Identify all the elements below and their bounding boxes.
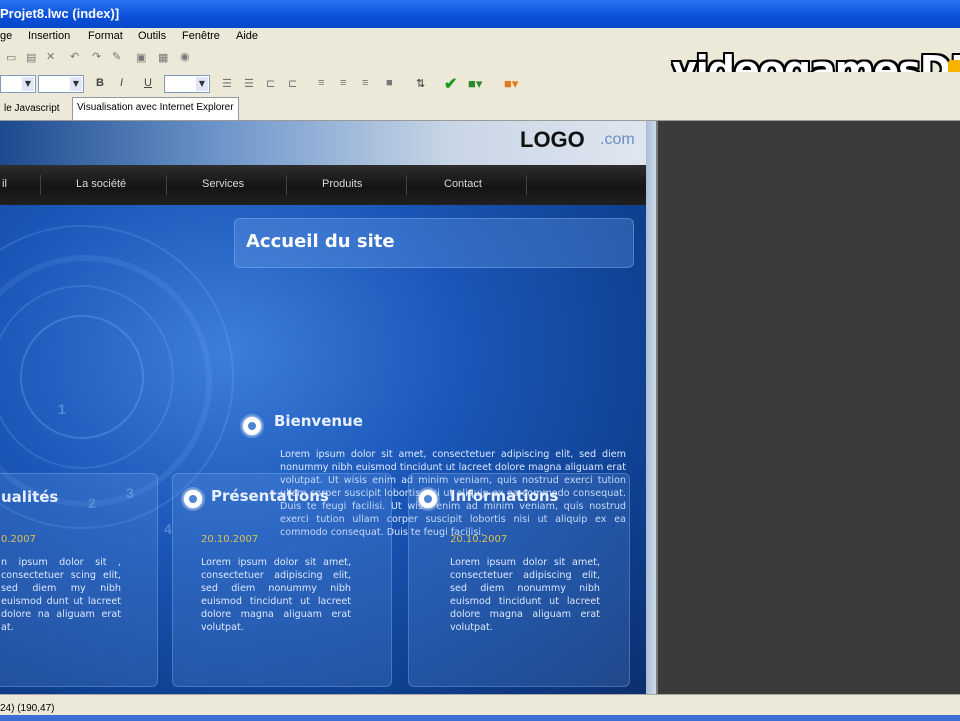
chevron-down-icon: ▼ <box>70 77 82 91</box>
menu-item-fenetre[interactable]: Fenêtre <box>182 30 220 42</box>
format-toolbar: ▼ ▼ B I U ▼ ☰ ☰ ⊏ ⊏ ≡ ≡ ≡ ■ ⇅ ✔ ■▾ ■▾ <box>0 72 960 96</box>
italic-icon[interactable]: I <box>120 77 123 89</box>
taskbar-strip <box>0 715 960 721</box>
box-date: 20.10.2007 <box>450 534 508 545</box>
bullet-icon <box>242 416 262 436</box>
menu-item-format[interactable]: Format <box>88 30 123 42</box>
font-select[interactable]: ▼ <box>0 75 36 93</box>
align-right-icon[interactable]: ≡ <box>362 77 368 89</box>
menu-item-insertion[interactable]: Insertion <box>28 30 70 42</box>
underline-icon[interactable]: U <box>144 77 152 89</box>
presentations-box: Présentations 20.10.2007 Lorem ipsum dol… <box>172 473 392 687</box>
box-heading: ualités <box>1 488 59 506</box>
color-select[interactable]: ▼ <box>164 75 210 93</box>
browser-preview[interactable]: LOGO .com il La société Services Produit… <box>0 121 656 694</box>
nav-divider <box>40 175 41 195</box>
menu-item-page[interactable]: ge <box>0 30 12 42</box>
gauge-digit: 1 <box>58 401 66 417</box>
align-center-icon[interactable]: ≡ <box>340 77 346 89</box>
site-nav: il La société Services Produits Contact <box>0 165 646 205</box>
bullet-icon <box>183 489 203 509</box>
nav-item-contact[interactable]: Contact <box>444 178 482 190</box>
nav-item-produits[interactable]: Produits <box>322 178 362 190</box>
align-left-icon[interactable]: ≡ <box>318 77 324 89</box>
redo-icon[interactable]: ↷ <box>92 50 101 63</box>
nav-divider <box>526 175 527 195</box>
chevron-down-icon: ▼ <box>22 77 34 91</box>
layers-green-icon[interactable]: ■▾ <box>468 76 482 92</box>
page-edge <box>646 121 656 694</box>
tab-ie-preview[interactable]: Visualisation avec Internet Explorer <box>72 97 239 120</box>
open-icon[interactable]: ▭ <box>6 51 16 64</box>
nav-divider <box>166 175 167 195</box>
menu-bar: ge Insertion Format Outils Fenêtre Aide <box>0 28 960 46</box>
layers-orange-icon[interactable]: ■▾ <box>504 76 518 92</box>
gauge-digit: 4 <box>164 521 172 537</box>
nav-item-services[interactable]: Services <box>202 178 244 190</box>
nav-divider <box>406 175 407 195</box>
nav-item-accueil[interactable]: il <box>2 178 7 190</box>
website-page: LOGO .com il La société Services Produit… <box>0 121 656 694</box>
page-title: Accueil du site <box>246 231 395 252</box>
image-icon[interactable]: ▦ <box>158 51 168 64</box>
side-panel <box>656 121 960 694</box>
box-heading: Présentations <box>211 487 329 505</box>
box-text: Lorem ipsum dolor sit amet, consectetuer… <box>450 557 600 633</box>
site-logo[interactable]: LOGO <box>520 127 585 153</box>
justify-icon[interactable]: ■ <box>386 77 393 89</box>
site-logo-suffix: .com <box>600 131 635 148</box>
view-tabs: le Javascript Visualisation avec Interne… <box>0 96 960 121</box>
site-header: LOGO .com <box>0 121 646 165</box>
size-select[interactable]: ▼ <box>38 75 84 93</box>
tab-javascript[interactable]: le Javascript <box>0 100 64 118</box>
edit-icon[interactable]: ✎ <box>112 50 121 63</box>
split-icon[interactable]: ⇅ <box>416 77 425 90</box>
numbered-list-icon[interactable]: ☰ <box>244 77 254 90</box>
nav-divider <box>286 175 287 195</box>
window-title: Projet8.lwc (index)] <box>0 6 120 21</box>
paste-icon[interactable]: ▣ <box>136 51 146 64</box>
bold-icon[interactable]: B <box>96 77 104 89</box>
box-text: n ipsum dolor sit , consectetuer scing e… <box>1 557 121 633</box>
outdent-icon[interactable]: ⊏ <box>266 77 275 90</box>
site-content: 1 2 3 4 Accueil du site Bienvenue Lorem … <box>0 205 646 694</box>
page-title-box: Accueil du site <box>234 218 634 268</box>
indent-icon[interactable]: ⊏ <box>288 77 297 90</box>
menu-item-outils[interactable]: Outils <box>138 30 166 42</box>
bullet-icon <box>418 489 438 509</box>
undo-icon[interactable]: ↶ <box>70 50 79 63</box>
window-titlebar: Projet8.lwc (index)] <box>0 0 960 28</box>
globe-icon[interactable]: ◉ <box>180 50 190 63</box>
cut-icon[interactable]: ✕ <box>46 50 55 63</box>
news-box: ualités 0.2007 n ipsum dolor sit , conse… <box>0 473 158 687</box>
cursor-position: 24) (190,47) <box>0 703 55 714</box>
box-text: Lorem ipsum dolor sit amet, consectetuer… <box>201 557 351 633</box>
chevron-down-icon: ▼ <box>196 77 208 91</box>
box-date: 20.10.2007 <box>201 534 259 545</box>
check-icon[interactable]: ✔ <box>444 74 457 94</box>
status-bar: 24) (190,47) <box>0 694 960 721</box>
menu-item-aide[interactable]: Aide <box>236 30 258 42</box>
decor-ring <box>20 315 144 439</box>
list-icon[interactable]: ☰ <box>222 77 232 90</box>
box-heading: Informations <box>450 487 559 505</box>
nav-item-societe[interactable]: La société <box>76 178 126 190</box>
save-icon[interactable]: ▤ <box>26 51 36 64</box>
informations-box: Informations 20.10.2007 Lorem ipsum dolo… <box>408 473 630 687</box>
welcome-heading: Bienvenue <box>274 412 363 430</box>
box-date: 0.2007 <box>1 534 36 545</box>
